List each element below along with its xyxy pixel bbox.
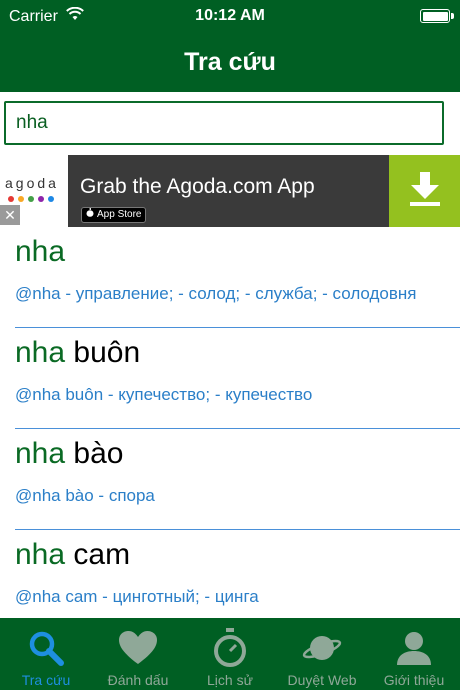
download-button[interactable] bbox=[389, 155, 460, 227]
result-description: @nha cam - цинготный; - цинга bbox=[15, 587, 259, 606]
tab-search[interactable]: Tra cứu bbox=[0, 618, 92, 690]
nav-bar: Tra cứu bbox=[0, 32, 460, 92]
ad-headline: Grab the Agoda.com App bbox=[80, 175, 315, 198]
result-match: nha bbox=[15, 437, 66, 470]
result-rest: cam bbox=[65, 538, 131, 571]
result-description: @nha buôn - купечество; - купечество bbox=[15, 385, 313, 404]
tab-heart[interactable]: Đánh dấu bbox=[92, 618, 184, 690]
result-match: nha bbox=[15, 235, 66, 268]
result-title: nha bào bbox=[15, 437, 123, 471]
result-match: nha bbox=[15, 538, 66, 571]
result-row[interactable]: nha buôn @nha buôn - купечество; - купече… bbox=[0, 328, 460, 429]
ad-close-icon[interactable]: ✕ bbox=[0, 205, 20, 225]
result-row[interactable]: nha bào @nha bào - спора bbox=[0, 429, 460, 530]
ad-logo-text: agoda bbox=[5, 175, 59, 191]
tab-label: Lịch sử bbox=[207, 672, 253, 688]
logo-dot bbox=[38, 196, 44, 202]
download-icon bbox=[408, 170, 442, 213]
logo-dot bbox=[18, 196, 24, 202]
agoda-logo: agoda ✕ bbox=[0, 155, 68, 227]
ad-content[interactable]: Grab the Agoda.com App App Store bbox=[68, 155, 389, 227]
logo-dots bbox=[8, 196, 54, 202]
status-time: 10:12 AM bbox=[195, 7, 265, 24]
battery-icon bbox=[420, 9, 454, 23]
tab-label: Đánh dấu bbox=[107, 672, 169, 688]
result-rest: buôn bbox=[65, 336, 141, 369]
stopwatch-icon bbox=[208, 626, 252, 670]
tab-person[interactable]: Giới thiệu bbox=[368, 618, 460, 690]
result-description: @nha bào - спора bbox=[15, 486, 155, 505]
results-list: nha @nha - управление; - солод; - служба;… bbox=[0, 227, 460, 631]
search-icon bbox=[24, 626, 68, 670]
result-title: nha bbox=[15, 235, 65, 269]
result-match: nha bbox=[15, 336, 66, 369]
result-title: nha cam bbox=[15, 538, 130, 572]
result-title: nha buôn bbox=[15, 336, 140, 370]
tab-stopwatch[interactable]: Lịch sử bbox=[184, 618, 276, 690]
tab-bar: Tra cứu Đánh dấu Lịch sử Duyệt Web Giới thiệ… bbox=[0, 618, 460, 690]
ad-banner[interactable]: agoda ✕ Grab the Agoda.com App App Store bbox=[0, 155, 460, 227]
search-bar bbox=[0, 92, 460, 155]
logo-dot bbox=[48, 196, 54, 202]
person-icon bbox=[392, 626, 436, 670]
tab-label: Giới thiệu bbox=[383, 672, 445, 688]
app-store-badge[interactable]: App Store bbox=[81, 207, 147, 223]
page-title: Tra cứu bbox=[184, 47, 276, 76]
result-row[interactable]: nha cam @nha cam - цинготный; - цинга bbox=[0, 530, 460, 631]
tab-label: Tra cứu bbox=[21, 672, 71, 688]
result-rest: bào bbox=[65, 437, 124, 470]
apple-icon bbox=[86, 208, 94, 222]
tab-planet[interactable]: Duyệt Web bbox=[276, 618, 368, 690]
logo-dot bbox=[8, 196, 14, 202]
planet-icon bbox=[300, 626, 344, 670]
result-row[interactable]: nha @nha - управление; - солод; - служба;… bbox=[0, 227, 460, 328]
search-input[interactable] bbox=[4, 101, 444, 145]
status-bar: Carrier 10:12 AM bbox=[0, 0, 460, 32]
app-store-label: App Store bbox=[97, 209, 142, 220]
tab-label: Duyệt Web bbox=[287, 672, 357, 688]
heart-icon bbox=[116, 626, 160, 670]
logo-dot bbox=[28, 196, 34, 202]
result-description: @nha - управление; - солод; - служба; - … bbox=[15, 284, 417, 303]
